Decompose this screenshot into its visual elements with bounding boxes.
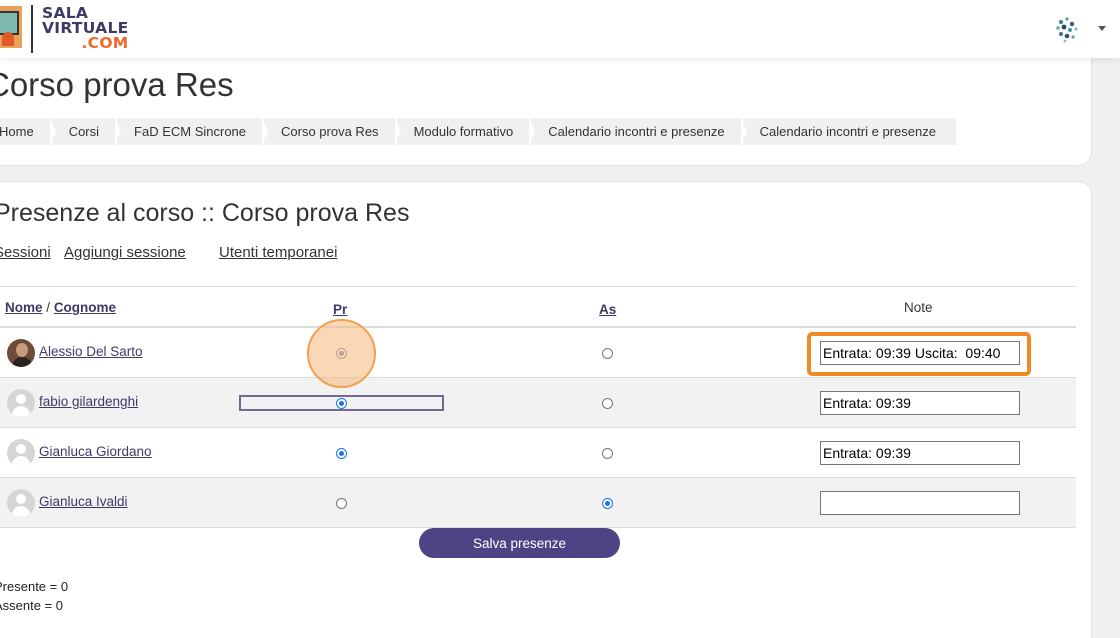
breadcrumb-item[interactable]: Home <box>0 118 56 145</box>
absent-radio[interactable] <box>602 398 613 409</box>
table-header: Nome / Cognome Pr As Note <box>0 286 1076 328</box>
breadcrumb-item-current: Calendario incontri e presenze <box>742 118 956 145</box>
breadcrumb-item[interactable]: FaD ECM Sincrone <box>117 118 268 145</box>
breadcrumb-item[interactable]: Calendario incontri e presenze <box>531 118 747 145</box>
note-input[interactable] <box>820 491 1020 515</box>
breadcrumb-item[interactable]: Modulo formativo <box>396 118 535 145</box>
present-count: Presente = 0 <box>0 579 69 594</box>
table-row: fabio gilardenghi <box>0 378 1076 428</box>
add-session-link[interactable]: Aggiungi sessione <box>64 244 186 261</box>
note-highlight-box <box>807 332 1031 376</box>
breadcrumb-item[interactable]: Corso prova Res <box>264 118 401 145</box>
top-navbar: SALA VIRTUALE .COM <box>0 0 1120 58</box>
absent-radio[interactable] <box>602 498 613 509</box>
present-radio[interactable] <box>336 448 347 459</box>
focus-outline <box>239 395 444 411</box>
table-row: Gianluca Giordano <box>0 428 1076 478</box>
site-logo[interactable]: SALA VIRTUALE .COM <box>42 5 129 52</box>
breadcrumb: Home Corsi FaD ECM Sincrone Corso prova … <box>0 118 958 145</box>
user-name-link[interactable]: Gianluca Giordano <box>39 444 152 459</box>
present-radio[interactable] <box>336 498 347 509</box>
absent-select-all-link[interactable]: As <box>599 302 616 317</box>
user-avatar-icon[interactable] <box>1052 14 1082 44</box>
table-row: Gianluca Ivaldi <box>0 478 1076 528</box>
user-name-link[interactable]: Alessio Del Sarto <box>39 344 143 359</box>
avatar[interactable] <box>7 439 35 467</box>
user-menu-caret-icon[interactable] <box>1098 26 1106 31</box>
user-name-link[interactable]: Gianluca Ivaldi <box>39 494 128 509</box>
logo-image[interactable] <box>0 4 24 50</box>
user-name-link[interactable]: fabio gilardenghi <box>39 394 138 409</box>
breadcrumb-item[interactable]: Corsi <box>51 118 122 145</box>
note-input[interactable] <box>820 441 1020 465</box>
page-title: Corso prova Res <box>0 66 234 103</box>
section-title: Presenze al corso :: Corso prova Res <box>0 199 410 227</box>
logo-separator <box>31 5 33 53</box>
name-separator: / <box>46 300 51 315</box>
click-highlight-ring <box>307 319 376 388</box>
avatar[interactable] <box>7 489 35 517</box>
sessions-link[interactable]: Sessioni <box>0 244 51 261</box>
note-input[interactable] <box>820 391 1020 415</box>
absent-radio[interactable] <box>602 448 613 459</box>
avatar[interactable] <box>7 339 35 367</box>
logo-line-3: .COM <box>81 34 129 52</box>
absent-column-header: As <box>599 302 616 317</box>
present-select-all-link[interactable]: Pr <box>333 302 347 317</box>
save-attendance-button[interactable]: Salva presenze <box>419 528 620 558</box>
note-column-header: Note <box>904 300 933 315</box>
sort-first-name-link[interactable]: Nome <box>5 300 43 315</box>
present-column-header: Pr <box>333 302 347 317</box>
name-column-header: Nome / Cognome <box>5 300 116 315</box>
absent-count: Assente = 0 <box>0 598 64 613</box>
avatar[interactable] <box>7 389 35 417</box>
logo-person <box>2 32 14 46</box>
temporary-users-link[interactable]: Utenti temporanei <box>219 244 337 261</box>
absent-radio[interactable] <box>602 348 613 359</box>
sort-last-name-link[interactable]: Cognome <box>54 300 116 315</box>
